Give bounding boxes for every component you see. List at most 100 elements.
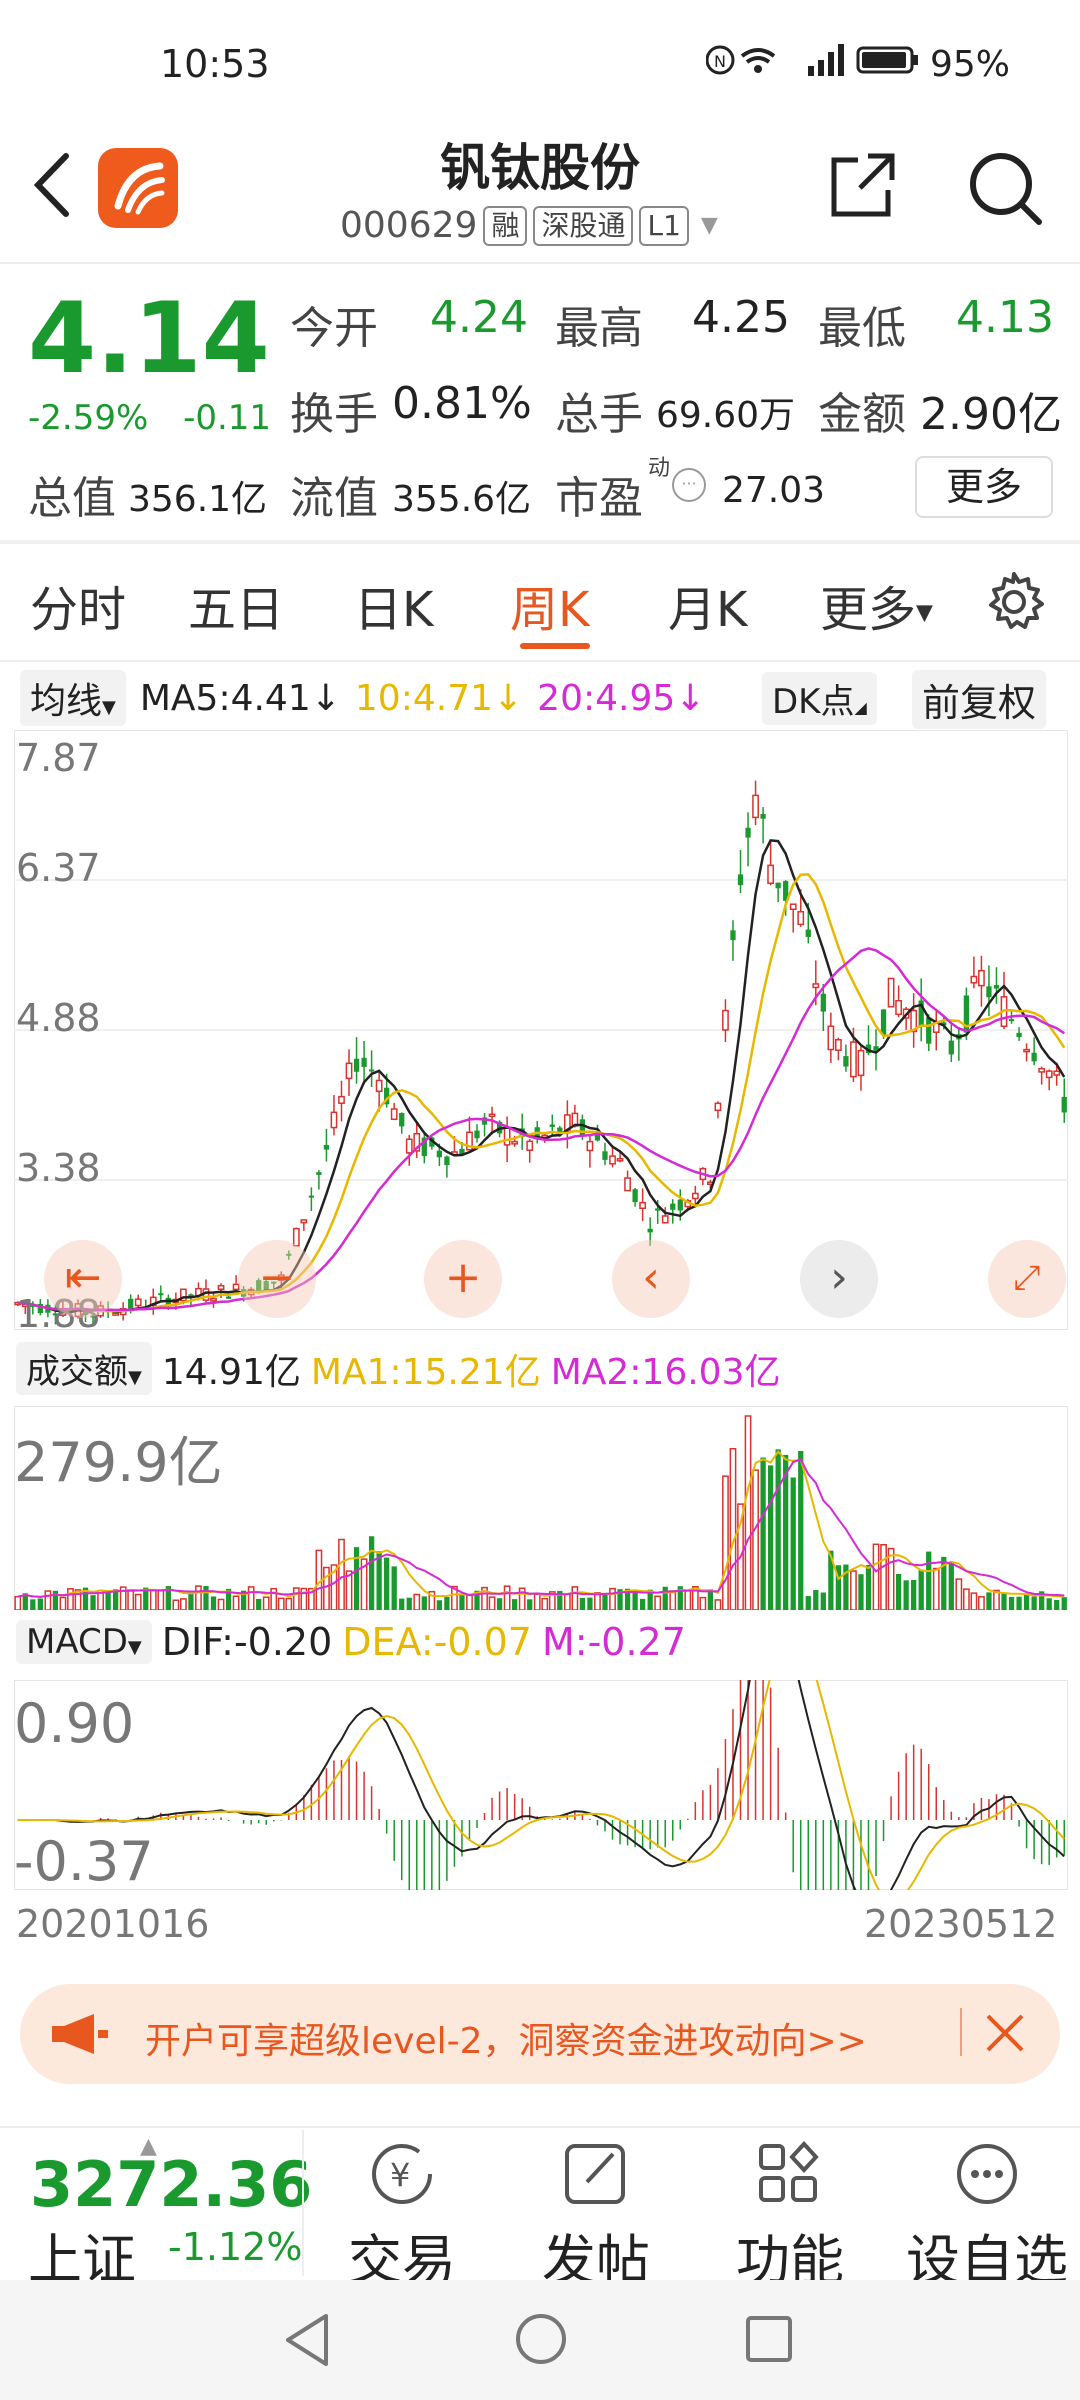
active-tab-indicator: [520, 643, 590, 649]
high-value: 4.25: [692, 292, 790, 343]
volume-bar: [729, 1448, 737, 1610]
tab-intraday[interactable]: 分时: [30, 570, 126, 640]
rewind-button[interactable]: ⇤: [44, 1240, 122, 1318]
close-icon[interactable]: [980, 2008, 1030, 2058]
candle-body: [375, 1079, 383, 1093]
volume-bar: [722, 1475, 729, 1610]
caret-down-icon: ▼: [916, 600, 933, 626]
ma-selector[interactable]: 均线▼: [20, 670, 126, 726]
svg-text:¥: ¥: [390, 2156, 410, 2194]
volume-bar: [752, 1469, 759, 1610]
volume-bar: [1016, 1596, 1022, 1610]
candle-body: [1023, 1048, 1030, 1053]
candle-body: [812, 983, 820, 989]
caret-down-icon: ▼: [127, 1637, 142, 1658]
nav-back-icon[interactable]: [282, 2312, 332, 2368]
ma20-value: 20:4.95↓: [537, 677, 706, 719]
candle-body: [1031, 1052, 1037, 1062]
fullscreen-icon[interactable]: ⤢: [988, 1240, 1066, 1318]
macd-indicator-row: MACD▼ DIF:-0.20 DEA:-0.07 M:-0.27: [16, 1620, 686, 1664]
tab-five-day[interactable]: 五日: [188, 570, 284, 640]
volume-indicator-row: 成交额▼ 14.91亿 MA1:15.21亿 MA2:16.03亿: [16, 1342, 781, 1395]
ma-indicator-row: 均线▼ MA5:4.41↓ 10:4.71↓ 20:4.95↓: [20, 670, 705, 726]
volume-bar: [903, 1580, 909, 1610]
change-percent: -2.59%: [28, 398, 149, 438]
total-cap-value: 356.1亿: [128, 479, 268, 520]
candle-body: [760, 814, 766, 819]
volume-bar: [262, 1596, 270, 1610]
settings-gear-icon[interactable]: [982, 570, 1046, 634]
macd-chart[interactable]: [14, 1680, 1068, 1890]
volume-bar: [978, 1596, 985, 1610]
float-cap-value: 355.6亿: [392, 479, 532, 520]
dk-point-button[interactable]: DK点◢: [762, 672, 877, 725]
amount-label: 金额: [818, 389, 906, 440]
volume-bar: [277, 1597, 285, 1610]
float-cap-label: 流值: [290, 473, 378, 524]
candle-body: [602, 1151, 608, 1160]
volume-bar: [872, 1543, 880, 1610]
tab-daily-k[interactable]: 日K: [354, 570, 433, 640]
nav-home-icon[interactable]: [514, 2312, 568, 2366]
candle-body: [579, 1119, 586, 1136]
volume-bar: [444, 1596, 450, 1610]
zoom-in-button[interactable]: +: [424, 1240, 502, 1318]
macd-dif: DIF:-0.20: [161, 1620, 333, 1664]
index-value[interactable]: 3272.36: [30, 2148, 312, 2221]
volume-bar: [421, 1596, 427, 1610]
macd-selector[interactable]: MACD▼: [16, 1620, 152, 1664]
volume-selector[interactable]: 成交额▼: [16, 1342, 152, 1395]
volume-bar: [157, 1589, 165, 1610]
candle-body: [488, 1113, 496, 1117]
candlestick-chart[interactable]: [14, 730, 1068, 1330]
banner-text[interactable]: 开户可享超级level-2，洞察资金进攻动向>>: [145, 2012, 867, 2064]
adjust-button[interactable]: 前复权: [912, 670, 1047, 729]
nav-add-watchlist[interactable]: 设自选: [902, 2140, 1072, 2295]
nav-recents-icon[interactable]: [744, 2314, 794, 2364]
total-cap-label: 总值: [28, 473, 116, 524]
volume-bar: [609, 1587, 616, 1610]
nav-post[interactable]: 发帖: [516, 2140, 676, 2295]
zoom-out-button[interactable]: −: [238, 1240, 316, 1318]
volume-bar: [1061, 1597, 1067, 1610]
tab-more[interactable]: 更多▼: [820, 570, 933, 640]
svg-text:N: N: [714, 52, 726, 71]
nav-trade[interactable]: ¥ 交易: [322, 2140, 482, 2295]
volume-bar: [30, 1599, 36, 1610]
price-tick-3: 4.88: [16, 996, 101, 1040]
candle-body: [609, 1155, 616, 1165]
volume-bar: [699, 1596, 707, 1610]
volume-bar: [587, 1597, 593, 1610]
price-change: -2.59% -0.11: [28, 398, 271, 438]
candle-body: [399, 1113, 405, 1127]
more-button[interactable]: 更多: [915, 456, 1053, 518]
candle-body: [308, 1195, 315, 1198]
candle-body: [737, 874, 744, 886]
price-tick-2: 6.37: [16, 846, 101, 890]
next-button[interactable]: ›: [800, 1240, 878, 1318]
volume-bar: [926, 1551, 932, 1610]
candle-body: [661, 1215, 669, 1224]
volume-bar: [865, 1564, 872, 1610]
volume-bar: [805, 1596, 811, 1610]
pe-label: 市盈: [555, 473, 643, 524]
macd-top-label: 0.90: [14, 1692, 135, 1755]
more-info-icon[interactable]: ···: [672, 468, 706, 502]
search-icon[interactable]: [965, 148, 1045, 228]
macd-m: M:-0.27: [542, 1620, 686, 1664]
nav-functions[interactable]: 功能: [710, 2140, 870, 2295]
candle-body: [722, 1009, 729, 1031]
volume-bar: [895, 1574, 902, 1610]
share-icon[interactable]: [828, 150, 898, 220]
low-value: 4.13: [956, 292, 1054, 343]
volume-bar: [466, 1593, 473, 1610]
tab-monthly-k[interactable]: 月K: [668, 570, 747, 640]
tab-weekly-k[interactable]: 周K: [510, 570, 589, 640]
chevron-down-icon[interactable]: ▼: [701, 213, 718, 238]
volume-bar: [962, 1588, 970, 1610]
candle-body: [586, 1140, 594, 1152]
prev-button[interactable]: ‹: [612, 1240, 690, 1318]
volume-bar: [37, 1598, 43, 1610]
status-icons: N 95%: [705, 42, 1010, 87]
turnover-value: 0.81%: [392, 378, 532, 429]
